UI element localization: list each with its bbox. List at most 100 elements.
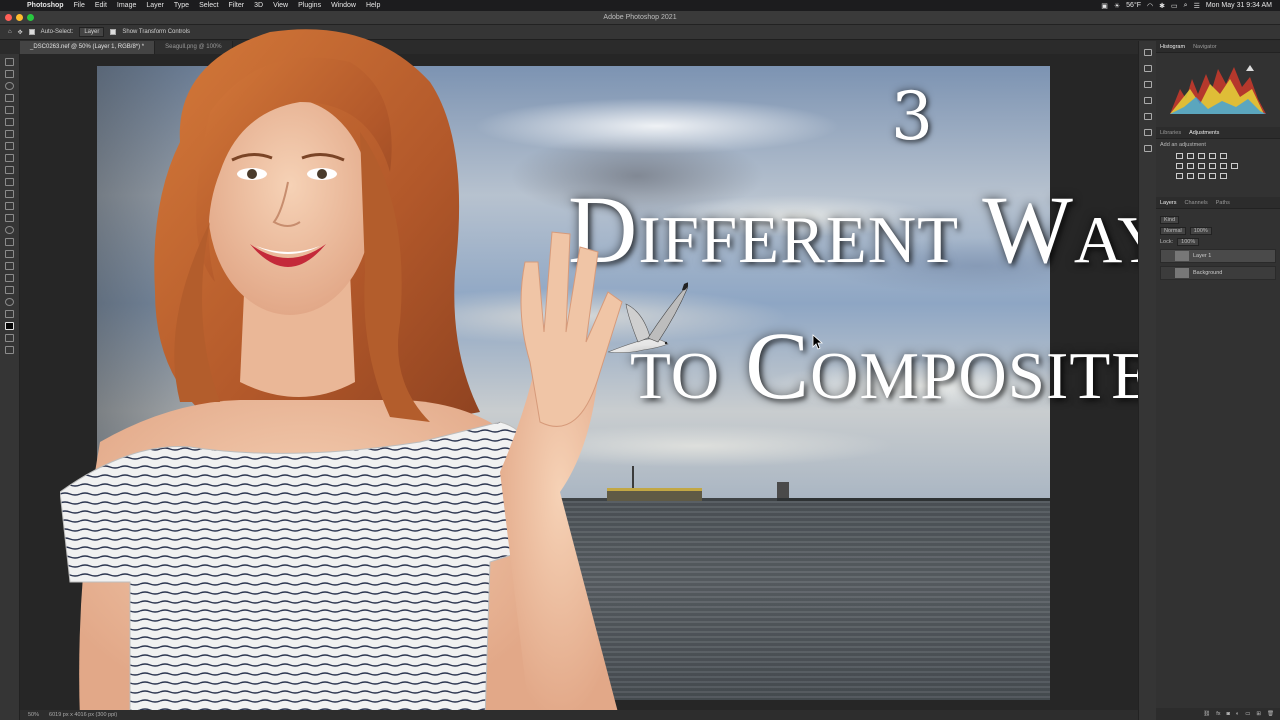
healing-icon[interactable] — [5, 142, 14, 150]
menu-select[interactable]: Select — [194, 2, 223, 9]
brightness-icon[interactable] — [1176, 153, 1183, 159]
tab-adjustments[interactable]: Adjustments — [1189, 130, 1219, 136]
folder-icon[interactable]: ▭ — [1245, 711, 1250, 717]
menu-layer[interactable]: Layer — [141, 2, 169, 9]
menu-plugins[interactable]: Plugins — [293, 2, 326, 9]
menu-file[interactable]: File — [69, 2, 90, 9]
selective-color-icon[interactable] — [1220, 173, 1227, 179]
menu-window[interactable]: Window — [326, 2, 361, 9]
blur-icon[interactable] — [5, 214, 14, 222]
menu-3d[interactable]: 3D — [249, 2, 268, 9]
lock-label: Lock: — [1160, 239, 1174, 245]
eraser-icon[interactable] — [5, 190, 14, 198]
foreground-color-icon[interactable] — [5, 322, 14, 330]
opacity-field[interactable]: 100% — [1189, 227, 1212, 235]
curves-icon[interactable] — [1198, 153, 1205, 159]
trash-icon[interactable]: 🗑 — [1267, 711, 1274, 717]
search-icon[interactable]: ⌕ — [1184, 2, 1188, 10]
clock[interactable]: Mon May 31 9:34 AM — [1206, 2, 1272, 9]
menu-help[interactable]: Help — [361, 2, 385, 9]
tab-layers[interactable]: Layers — [1160, 200, 1177, 206]
quick-mask-icon[interactable] — [5, 334, 14, 342]
more-tools-icon[interactable] — [5, 310, 14, 318]
posterize-icon[interactable] — [1187, 173, 1194, 179]
layer-row[interactable]: Layer 1 — [1160, 249, 1276, 263]
zoom-level[interactable]: 50% — [28, 712, 39, 718]
path-select-icon[interactable] — [5, 262, 14, 270]
control-center-icon[interactable]: ☰ — [1194, 2, 1200, 10]
threshold-icon[interactable] — [1198, 173, 1205, 179]
info-icon[interactable] — [1143, 97, 1152, 104]
menu-view[interactable]: View — [268, 2, 293, 9]
blend-row: Normal 100% — [1160, 227, 1276, 235]
hand-icon[interactable] — [5, 286, 14, 294]
mask-icon[interactable]: ◙ — [1227, 711, 1230, 717]
character-icon[interactable] — [1143, 129, 1152, 136]
marquee-icon[interactable] — [5, 70, 14, 78]
menu-edit[interactable]: Edit — [90, 2, 112, 9]
screen-record-icon[interactable]: ▣ — [1101, 2, 1108, 10]
screen-mode-icon[interactable] — [5, 346, 14, 354]
menu-image[interactable]: Image — [112, 2, 141, 9]
brushes-icon[interactable] — [1143, 113, 1152, 120]
menu-type[interactable]: Type — [169, 2, 194, 9]
dodge-icon[interactable] — [5, 226, 14, 234]
fx-icon[interactable]: fx — [1216, 711, 1220, 717]
move-icon[interactable] — [5, 58, 14, 66]
menu-filter[interactable]: Filter — [224, 2, 250, 9]
black-white-icon[interactable] — [1198, 163, 1205, 169]
lasso-icon[interactable] — [5, 82, 14, 90]
frame-icon[interactable] — [5, 118, 14, 126]
type-icon[interactable] — [5, 250, 14, 258]
layer-row[interactable]: Background — [1160, 266, 1276, 280]
vibrance-icon[interactable] — [1220, 153, 1227, 159]
stamp-icon[interactable] — [5, 166, 14, 174]
paragraph-icon[interactable] — [1143, 145, 1152, 152]
tab-libraries[interactable]: Libraries — [1160, 130, 1181, 136]
menu-app[interactable]: Photoshop — [22, 2, 69, 9]
color-balance-icon[interactable] — [1187, 163, 1194, 169]
gradient-map-icon[interactable] — [1209, 173, 1216, 179]
zoom-icon[interactable] — [5, 298, 14, 306]
adjustment-row-2 — [1156, 161, 1280, 171]
layers-tabs: Layers Channels Paths — [1156, 197, 1280, 209]
brush-icon[interactable] — [5, 154, 14, 162]
weather-icon[interactable]: ☀ — [1114, 2, 1120, 10]
hue-saturation-icon[interactable] — [1176, 163, 1183, 169]
document-info[interactable]: 6019 px x 4016 px (300 ppi) — [49, 712, 117, 718]
wifi-icon[interactable]: ◠ — [1147, 2, 1153, 10]
bluetooth-icon[interactable]: ✱ — [1159, 2, 1165, 10]
exposure-icon[interactable] — [1209, 153, 1216, 159]
adjustment-layer-icon[interactable]: ◐ — [1236, 711, 1239, 717]
tab-histogram[interactable]: Histogram — [1160, 44, 1185, 50]
channel-mixer-icon[interactable] — [1220, 163, 1227, 169]
properties-icon[interactable] — [1143, 81, 1152, 88]
fill-field[interactable]: 100% — [1177, 238, 1200, 246]
crop-icon[interactable] — [5, 106, 14, 114]
actions-icon[interactable] — [1143, 65, 1152, 72]
layer-name: Background — [1193, 270, 1223, 276]
levels-icon[interactable] — [1187, 153, 1194, 159]
battery-icon[interactable]: ▭ — [1171, 2, 1178, 10]
shape-icon[interactable] — [5, 274, 14, 282]
move-tool-icon[interactable]: ✥ — [18, 29, 23, 36]
history-brush-icon[interactable] — [5, 178, 14, 186]
quick-select-icon[interactable] — [5, 94, 14, 102]
photo-filter-icon[interactable] — [1209, 163, 1216, 169]
gradient-icon[interactable] — [5, 202, 14, 210]
history-icon[interactable] — [1143, 49, 1152, 56]
auto-select-checkbox[interactable] — [28, 29, 35, 35]
pen-icon[interactable] — [5, 238, 14, 246]
home-icon[interactable]: ⌂ — [8, 29, 12, 35]
invert-icon[interactable] — [1176, 173, 1183, 179]
new-layer-icon[interactable]: ⊞ — [1256, 711, 1261, 717]
adjustment-row-3 — [1156, 171, 1280, 181]
link-icon[interactable]: ⛓ — [1203, 711, 1210, 717]
kind-filter-dropdown[interactable]: Kind — [1160, 216, 1180, 224]
color-lookup-icon[interactable] — [1231, 163, 1238, 169]
tab-channels[interactable]: Channels — [1185, 200, 1208, 206]
eyedropper-icon[interactable] — [5, 130, 14, 138]
blend-mode-dropdown[interactable]: Normal — [1160, 227, 1186, 235]
tab-paths[interactable]: Paths — [1216, 200, 1230, 206]
tab-navigator[interactable]: Navigator — [1193, 44, 1217, 50]
